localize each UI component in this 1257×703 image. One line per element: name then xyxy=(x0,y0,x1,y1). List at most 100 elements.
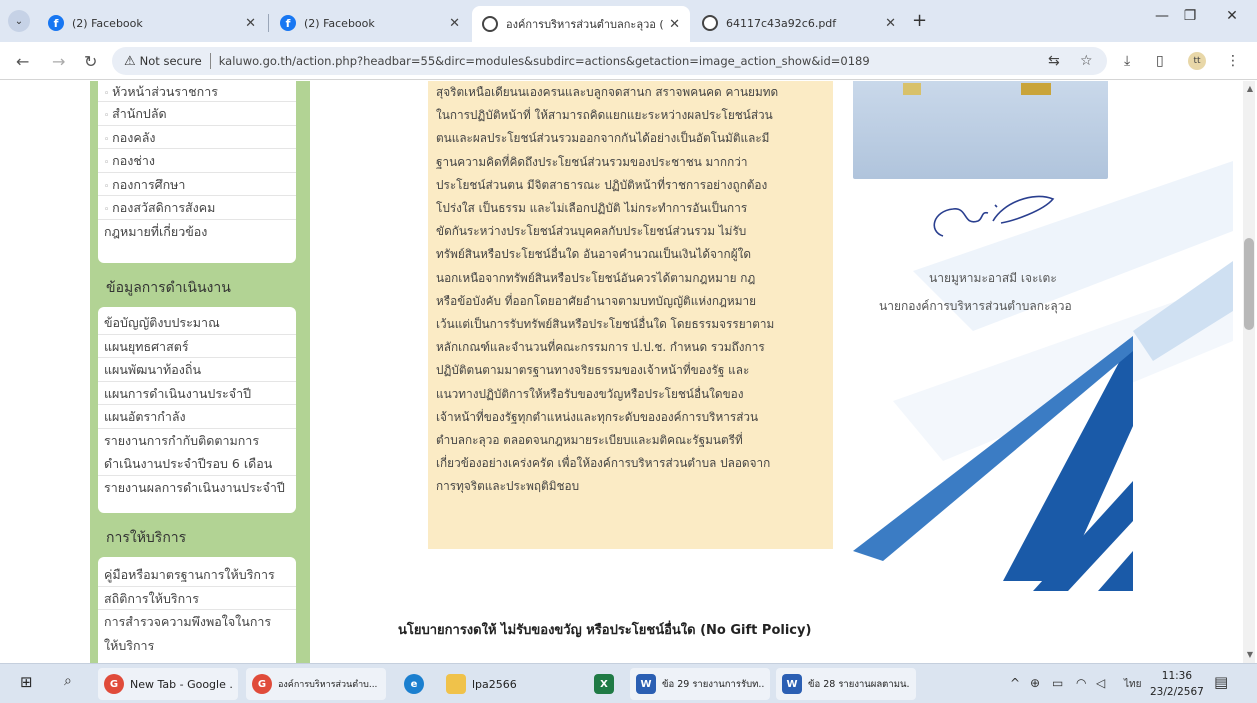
tab-label: (2) Facebook xyxy=(304,16,375,30)
download-icon[interactable]: ⤓ xyxy=(1124,53,1130,69)
forward-arrow-icon[interactable]: → xyxy=(52,52,65,71)
sidebar-item[interactable]: รายงานการกำกับติดตามการ xyxy=(98,429,296,453)
security-label[interactable]: Not secure xyxy=(140,54,202,68)
sidebar-item[interactable]: กองช่าง xyxy=(98,149,296,173)
sidebar-heading-services: การให้บริการ xyxy=(106,530,187,546)
close-window-button[interactable]: ✕ xyxy=(1210,8,1254,24)
taskbar-item-word-29[interactable]: W ข้อ 29 รายงานการรับท... xyxy=(630,668,770,700)
sidebar-item[interactable]: กองคลัง xyxy=(98,126,296,149)
back-arrow-icon[interactable]: ← xyxy=(16,52,29,71)
sidebar: หัวหน้าส่วนราชการ สำนักปลัด กองคลัง กองช… xyxy=(90,81,310,663)
battery-icon[interactable]: ▭ xyxy=(1052,676,1063,690)
taskbar-label: New Tab - Google ... xyxy=(130,677,232,691)
policy-text-line: ประโยชน์ส่วนตน มีจิตสาธารณะ ปฏิบัติหน้าท… xyxy=(436,177,768,192)
volume-icon[interactable]: ◁ xyxy=(1096,676,1105,690)
taskbar-item-new-tab[interactable]: G New Tab - Google ... xyxy=(98,668,238,700)
tab-kaluwo-active[interactable]: องค์การบริหารส่วนตำบลกะลุวอ (อบ... ✕ xyxy=(472,6,690,42)
close-icon[interactable]: ✕ xyxy=(669,17,680,32)
sidebar-item[interactable]: รายงานผลการดำเนินงานประจำปี xyxy=(98,476,296,500)
sidebar-item[interactable]: คู่มือหรือมาตรฐานการให้บริการ xyxy=(98,563,296,587)
tab-label: 64117c43a92c6.pdf xyxy=(726,16,837,30)
scroll-up-arrow-icon[interactable]: ▲ xyxy=(1247,84,1253,93)
facebook-icon: f xyxy=(48,15,64,31)
sidebar-item[interactable]: สำนักปลัด xyxy=(98,102,296,126)
sidebar-item[interactable]: สถิติการให้บริการ xyxy=(98,587,296,610)
taskbar-label: ข้อ 29 รายงานการรับท... xyxy=(662,678,764,690)
notification-icon[interactable]: ▤ xyxy=(1214,673,1228,691)
network-icon[interactable]: ⊕ xyxy=(1030,676,1040,690)
bookmark-star-icon[interactable]: ☆ xyxy=(1080,53,1093,69)
close-icon[interactable]: ✕ xyxy=(245,16,256,31)
side-panel-icon[interactable]: ▯ xyxy=(1156,53,1164,69)
system-clock[interactable]: 11:36 23/2/2567 xyxy=(1150,668,1204,700)
reload-icon[interactable]: ↻ xyxy=(84,52,97,71)
policy-text-line: ฐานความคิดที่คิดถึงประโยชน์ส่วนรวมของประ… xyxy=(436,154,748,169)
official-photo xyxy=(853,81,1108,179)
clock-time: 11:36 xyxy=(1161,670,1193,682)
profile-avatar-icon[interactable]: tt xyxy=(1188,52,1206,70)
globe-icon xyxy=(702,15,718,31)
sidebar-item[interactable]: กฎหมายที่เกี่ยวข้อง xyxy=(98,220,296,244)
windows-start-icon[interactable]: ⊞ xyxy=(20,673,33,691)
taskbar-label: lpa2566 xyxy=(472,677,517,691)
scrollbar-thumb[interactable] xyxy=(1244,238,1254,330)
tab-search-button[interactable]: ⌄ xyxy=(8,10,30,32)
announcement-graphic: นายมูหามะอาสมี เจะเตะ นายกองค์การบริหารส… xyxy=(853,81,1233,591)
sidebar-item[interactable]: แผนการดำเนินงานประจำปี xyxy=(98,382,296,405)
language-indicator[interactable]: ไทย xyxy=(1124,677,1141,692)
official-title: นายกองค์การบริหารส่วนตำบลกะลุวอ xyxy=(879,299,1072,313)
address-bar[interactable]: ⚠ Not secure kaluwo.go.th/action.php?hea… xyxy=(112,47,1107,75)
scroll-down-arrow-icon[interactable]: ▼ xyxy=(1247,650,1253,659)
taskbar-item-excel[interactable]: X xyxy=(588,668,624,700)
chevron-up-icon[interactable]: ^ xyxy=(1010,676,1020,690)
sidebar-panel-operations: ข้อบัญญัติงบประมาณ แผนยุทธศาสตร์ แผนพัฒน… xyxy=(98,307,296,513)
policy-text-line: แนวทางปฏิบัติการให้หรือรับของขวัญหรือประ… xyxy=(436,386,744,401)
tab-separator xyxy=(268,14,269,32)
policy-text-line: การทุจริตและประพฤติมิชอบ xyxy=(436,479,580,494)
tab-facebook-2[interactable]: f (2) Facebook ✕ xyxy=(270,8,470,38)
taskbar-item-edge[interactable]: e xyxy=(398,668,434,700)
sidebar-item[interactable]: หัวหน้าส่วนราชการ xyxy=(98,81,296,102)
sidebar-item[interactable]: ข้อบัญญัติงบประมาณ xyxy=(98,311,296,335)
tab-facebook-1[interactable]: f (2) Facebook ✕ xyxy=(38,8,266,38)
taskbar-item-word-28[interactable]: W ข้อ 28 รายงานผลตามน... xyxy=(776,668,916,700)
sidebar-item[interactable]: แผนพัฒนาท้องถิ่น xyxy=(98,358,296,382)
policy-text-line: เว้นแต่เป็นการรับทรัพย์สินหรือประโยชน์อื… xyxy=(436,317,775,332)
taskbar-label: องค์การบริหารส่วนตำบ... xyxy=(278,680,378,690)
medal-icon xyxy=(903,83,921,95)
translate-icon[interactable]: ⇆ xyxy=(1048,53,1060,69)
sidebar-item[interactable]: แผนยุทธศาสตร์ xyxy=(98,335,296,358)
taskbar-item-folder[interactable]: lpa2566 xyxy=(440,668,560,700)
tab-pdf[interactable]: 64117c43a92c6.pdf ✕ xyxy=(692,8,906,38)
sidebar-panel-services: คู่มือหรือมาตรฐานการให้บริการ สถิติการให… xyxy=(98,557,296,663)
folder-icon xyxy=(446,674,466,694)
sidebar-item[interactable]: กองการศึกษา xyxy=(98,173,296,196)
sidebar-item[interactable]: ดำเนินงานประจำปีรอบ 6 เดือน xyxy=(98,452,296,476)
close-icon[interactable]: ✕ xyxy=(449,16,460,31)
close-icon[interactable]: ✕ xyxy=(885,16,896,31)
new-tab-button[interactable]: + xyxy=(912,10,927,31)
wifi-icon[interactable]: ◠ xyxy=(1076,676,1086,690)
sidebar-item[interactable]: การสำรวจความพึงพอใจในการ xyxy=(98,610,296,634)
page-scrollbar[interactable] xyxy=(1243,81,1255,663)
policy-text-line: เจ้าหน้าที่ของรัฐทุกตำแหน่งและทุกระดับขอ… xyxy=(436,409,759,424)
sidebar-item[interactable]: กองสวัสดิการสังคม xyxy=(98,196,296,220)
taskbar-label: ข้อ 28 รายงานผลตามน... xyxy=(808,678,910,690)
url-text[interactable]: kaluwo.go.th/action.php?headbar=55&dirc=… xyxy=(219,54,870,68)
sidebar-item[interactable]: แผนอัตรากำลัง xyxy=(98,405,296,429)
tab-label: (2) Facebook xyxy=(72,16,143,30)
edge-icon: e xyxy=(404,674,424,694)
policy-statement-block: สุจริตเหนือเดียนนเองครนและบลูกจดสานก สรา… xyxy=(428,81,833,549)
search-icon[interactable]: ⌕ xyxy=(64,673,72,689)
menu-kebab-icon[interactable]: ⋮ xyxy=(1226,53,1240,69)
warning-icon[interactable]: ⚠ xyxy=(124,54,136,69)
policy-text-line: นอกเหนือจากทรัพย์สินหรือประโยชน์อันควรได… xyxy=(436,270,756,285)
facebook-icon: f xyxy=(280,15,296,31)
restore-button[interactable]: ❐ xyxy=(1168,8,1212,24)
clock-date: 23/2/2567 xyxy=(1150,686,1204,698)
official-name: นายมูหามะอาสมี เจะเตะ xyxy=(929,271,1057,285)
sidebar-item[interactable]: ให้บริการ xyxy=(98,634,296,658)
taskbar-item-kaluwo[interactable]: G องค์การบริหารส่วนตำบ... xyxy=(246,668,386,700)
tab-label: องค์การบริหารส่วนตำบลกะลุวอ (อบ... xyxy=(506,18,663,31)
browser-toolbar: ← → ↻ ⚠ Not secure kaluwo.go.th/action.p… xyxy=(0,42,1257,80)
